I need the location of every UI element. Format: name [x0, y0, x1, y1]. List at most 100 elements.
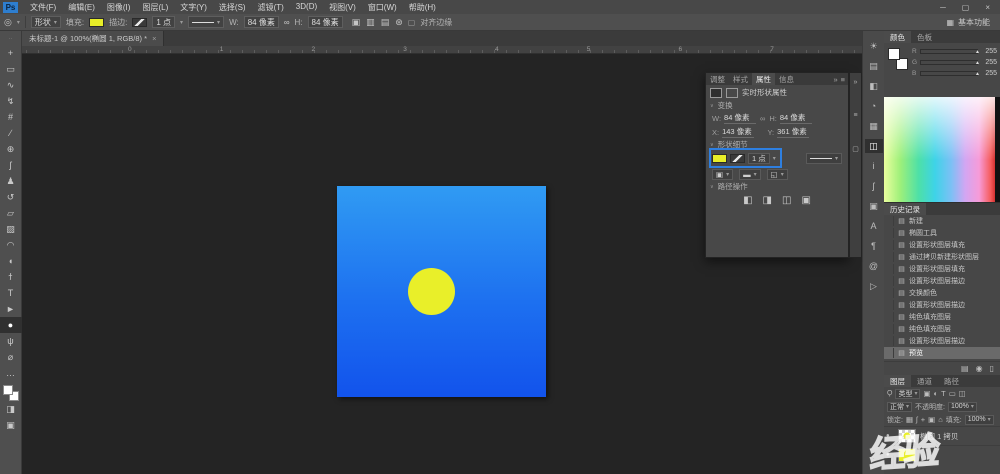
curves-icon[interactable]: ◔ [865, 99, 883, 113]
lasso-tool-icon[interactable]: ∿ [0, 77, 22, 93]
path-operations-section-header[interactable]: ∨ 路径操作 [706, 181, 848, 192]
stroke-width-dropdown-icon[interactable]: ▾ [180, 19, 183, 26]
menu-item[interactable]: 视图(V) [323, 2, 362, 13]
document-tab[interactable]: 未标题-1 @ 100%(椭圆 1, RGB/8) * × [22, 31, 164, 46]
link-dimensions-icon[interactable]: ∞ [284, 18, 290, 27]
tab-close-icon[interactable]: × [152, 34, 156, 43]
healing-brush-tool-icon[interactable]: ⊕ [0, 141, 22, 157]
new-doc-from-state-icon[interactable]: ▤ [961, 364, 969, 373]
screen-mode-icon[interactable]: ▣ [0, 417, 22, 433]
history-source-checkbox[interactable] [884, 288, 894, 298]
menu-item[interactable]: 图层(L) [136, 2, 174, 13]
pen-tool-icon[interactable]: ϯ [0, 269, 22, 285]
foreground-color-swatch[interactable] [888, 48, 900, 60]
stroke-type-select[interactable]: ▾ [188, 16, 224, 28]
history-source-checkbox[interactable] [884, 312, 894, 322]
filter-smart-objects-icon[interactable]: ◫ [959, 389, 966, 398]
color-spectrum-ramp[interactable] [884, 97, 1000, 203]
layers-panel-tab[interactable]: 路径 [938, 375, 965, 387]
lock-all-icon[interactable]: ⌂ [938, 415, 943, 424]
fill-color-swatch[interactable] [89, 18, 104, 27]
shape-height-input[interactable]: 84 像素 [308, 16, 343, 28]
dock-panel-icon[interactable]: ▢ [852, 145, 859, 153]
color-slider-track[interactable] [920, 71, 978, 76]
history-source-checkbox[interactable] [884, 228, 894, 238]
menu-item[interactable]: 编辑(E) [62, 2, 101, 13]
history-state-row[interactable]: ▤ 设置形状图层描边 [884, 299, 1000, 311]
history-state-row[interactable]: ▤ 设置形状图层填充 [884, 263, 1000, 275]
path-selection-tool-icon[interactable]: ► [0, 301, 22, 317]
stroke-option-select[interactable]: ▣ ▾ [712, 169, 733, 180]
properties-icon[interactable]: ◫ [865, 139, 883, 153]
type-tool-icon[interactable]: T [0, 285, 22, 301]
color-fg-bg-swatches[interactable] [888, 48, 908, 70]
properties-tab[interactable]: 调整 [706, 73, 729, 85]
eyedropper-tool-icon[interactable]: ∕ [0, 125, 22, 141]
dock-panel-icon[interactable]: ≡ [853, 112, 857, 119]
intersect-shapes-icon[interactable]: ◫ [782, 195, 791, 206]
history-panel-tab[interactable]: 历史记录 [884, 203, 926, 215]
history-state-row[interactable]: ▤ 新建 [884, 215, 1000, 227]
color-panel-tab[interactable]: 颜色 [884, 31, 911, 43]
stroke-width-input[interactable]: 1 点 [152, 16, 175, 28]
filter-adjustment-layers-icon[interactable]: ◐ [934, 389, 939, 398]
stroke-color-swatch[interactable] [132, 18, 147, 27]
quick-mask-icon[interactable]: ◨ [0, 401, 22, 417]
levels-icon[interactable]: ▦ [865, 119, 883, 133]
transform-section-header[interactable]: ∨ 变换 [706, 100, 848, 111]
slider-thumb-icon[interactable]: ▲ [975, 49, 980, 55]
ellipse-shape-tool-icon[interactable]: ● [0, 317, 22, 333]
close-icon[interactable]: × [985, 3, 990, 12]
history-source-checkbox[interactable] [884, 348, 894, 358]
marquee-tool-icon[interactable]: ▭ [0, 61, 22, 77]
navigator-icon[interactable]: ◧ [865, 79, 883, 93]
foreground-background-swatches[interactable] [3, 385, 19, 401]
document-canvas-blue-square[interactable] [337, 186, 546, 397]
layer-filter-select[interactable]: 类型 ▾ [895, 389, 920, 399]
history-state-row[interactable]: ▤ 设置形状图层描边 [884, 275, 1000, 287]
combine-shapes-icon[interactable]: ◧ [743, 195, 752, 206]
timeline-icon[interactable]: ▷ [865, 279, 883, 293]
foreground-color-swatch[interactable] [3, 385, 13, 395]
history-source-checkbox[interactable] [884, 264, 894, 274]
yellow-ellipse-shape[interactable] [408, 268, 455, 315]
layers-panel-tab[interactable]: 通道 [911, 375, 938, 387]
edit-toolbar-icon[interactable]: … [0, 365, 22, 381]
histogram-icon[interactable]: ▤ [865, 59, 883, 73]
properties-tab[interactable]: 属性 [752, 73, 775, 85]
paragraph-panel-icon[interactable]: ¶ [865, 239, 883, 253]
menu-item[interactable]: 3D(D) [290, 2, 323, 13]
stroke-option-select[interactable]: ◱ ▾ [767, 169, 788, 180]
info-icon[interactable]: i [865, 159, 883, 173]
shape-width-input[interactable]: 84 像素 [244, 16, 279, 28]
link-wh-icon[interactable]: ∞ [760, 114, 765, 123]
delete-state-icon[interactable]: ▯ [990, 364, 994, 373]
history-state-row[interactable]: ▤ 预览 [884, 347, 1000, 359]
w-value-field[interactable]: 84 像素 [724, 112, 756, 124]
menu-item[interactable]: 图像(I) [101, 2, 137, 13]
blur-tool-icon[interactable]: ◠ [0, 237, 22, 253]
brush-tool-icon[interactable]: ʃ [0, 157, 22, 173]
menu-item[interactable]: 文件(F) [24, 2, 62, 13]
restore-icon[interactable]: ▢ [962, 3, 970, 12]
layers-panel-tab[interactable]: 图层 [884, 375, 911, 387]
y-value-field[interactable]: 361 像素 [777, 126, 809, 138]
collapse-panel-icon[interactable]: » [833, 75, 837, 84]
exclude-shapes-icon[interactable]: ▣ [801, 195, 810, 206]
toolbar-grip[interactable]: ∙∙ [9, 37, 12, 42]
history-state-row[interactable]: ▤ 椭圆工具 [884, 227, 1000, 239]
layer-fill-input[interactable]: 100% ▾ [965, 415, 994, 425]
history-state-row[interactable]: ▤ 纯色填充图层 [884, 311, 1000, 323]
stroke-type-select[interactable]: ▾ [806, 153, 842, 164]
filter-shape-layers-icon[interactable]: ▭ [949, 389, 956, 398]
properties-tab[interactable]: 样式 [729, 73, 752, 85]
filter-pixel-layers-icon[interactable]: ▣ [923, 389, 930, 398]
path-operations-icon[interactable]: ▣ [352, 17, 361, 28]
color-slider-track[interactable] [920, 49, 978, 54]
history-source-checkbox[interactable] [884, 276, 894, 286]
clone-stamp-tool-icon[interactable]: ♟ [0, 173, 22, 189]
history-source-checkbox[interactable] [884, 240, 894, 250]
glyphs-panel-icon[interactable]: @ [865, 259, 883, 273]
blend-mode-select[interactable]: 正常 ▾ [887, 402, 912, 412]
history-state-row[interactable]: ▤ 交换颜色 [884, 287, 1000, 299]
